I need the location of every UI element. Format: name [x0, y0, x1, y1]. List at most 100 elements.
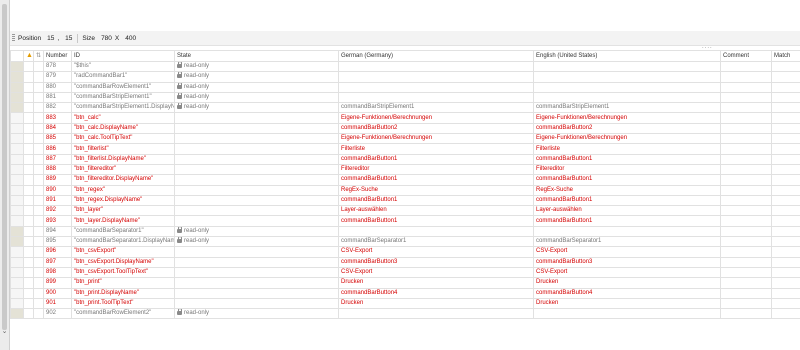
cell-match[interactable] — [771, 297, 800, 310]
cell-number[interactable]: 886 — [43, 143, 72, 155]
chevron-down-icon[interactable]: ⌄ — [0, 328, 9, 336]
cell-number[interactable]: 881 — [43, 91, 72, 104]
cell-state[interactable]: read-only — [174, 71, 339, 83]
cell-english[interactable]: Filtereditor — [533, 163, 721, 176]
cell-comment[interactable] — [720, 215, 772, 227]
cell-german[interactable] — [338, 91, 534, 104]
table-row[interactable]: 883 "btn_calc" Eigene-Funktionen/Berechnun… — [10, 112, 800, 124]
cell-number[interactable]: 895 — [43, 236, 72, 248]
cell-german[interactable]: commandBarButton1 — [338, 153, 534, 165]
cell-english[interactable] — [533, 71, 721, 83]
scrollbar-thumb[interactable] — [2, 4, 7, 330]
position-y-field[interactable]: 15 — [62, 35, 75, 42]
cell-id[interactable]: "commandBarSeparator1" — [71, 225, 175, 238]
cell-number[interactable]: 883 — [43, 112, 72, 124]
cell-state[interactable] — [174, 246, 339, 258]
cell-english[interactable]: commandBarButton1 — [533, 215, 721, 227]
cell-state[interactable]: read-only — [174, 308, 339, 320]
cell-match[interactable] — [771, 225, 800, 238]
table-row[interactable]: 902 "commandBarRowElement2" read-only — [10, 308, 800, 320]
cell-id[interactable]: "$this" — [71, 60, 175, 73]
row-indicator[interactable] — [10, 215, 24, 227]
cell-state[interactable] — [174, 256, 339, 268]
cell-number[interactable]: 893 — [43, 215, 72, 227]
cell-english[interactable]: commandBarSeparator1 — [533, 236, 721, 248]
header-sort-column[interactable]: ⇅ — [33, 50, 44, 62]
column-header-english[interactable]: English (United States) — [533, 50, 721, 62]
cell-state[interactable] — [174, 277, 339, 289]
table-row[interactable]: 893 "btn_layer.DisplayName" commandBarButt… — [10, 215, 800, 227]
row-indicator[interactable] — [10, 153, 24, 165]
cell-english[interactable]: CSV-Export — [533, 266, 721, 279]
cell-match[interactable] — [771, 60, 800, 73]
table-row[interactable]: 884 "btn_calc.DisplayName" commandBarButto… — [10, 122, 800, 135]
table-row[interactable]: 879 "radCommandBar1" read-only — [10, 71, 800, 83]
row-indicator[interactable] — [10, 163, 24, 176]
cell-match[interactable] — [771, 102, 800, 114]
cell-match[interactable] — [771, 112, 800, 124]
row-indicator[interactable] — [10, 236, 24, 248]
vertical-scrollbar[interactable]: ⌄ — [0, 0, 10, 350]
table-row[interactable]: 891 "btn_regex.DisplayName" commandBarButt… — [10, 194, 800, 207]
row-indicator[interactable] — [10, 256, 24, 268]
cell-id[interactable]: "btn_filterlist.DisplayName" — [71, 153, 175, 165]
size-width-field[interactable]: 780 — [98, 35, 115, 42]
table-row[interactable]: 892 "btn_layer" Layer-auswählen Layer-auswä… — [10, 205, 800, 217]
column-header-comment[interactable]: Comment — [720, 50, 772, 62]
cell-match[interactable] — [771, 122, 800, 135]
cell-match[interactable] — [771, 236, 800, 248]
cell-id[interactable]: "btn_layer" — [71, 205, 175, 217]
cell-english[interactable]: Eigene-Funktionen/Berechnungen — [533, 112, 721, 124]
row-indicator[interactable] — [10, 112, 24, 124]
row-indicator[interactable] — [10, 174, 24, 186]
cell-state[interactable]: read-only — [174, 91, 339, 104]
cell-id[interactable]: "btn_regex.DisplayName" — [71, 194, 175, 207]
cell-number[interactable]: 882 — [43, 102, 72, 114]
table-row[interactable]: 888 "btn_filtereditor" Filtereditor Filtere… — [10, 163, 800, 176]
cell-german[interactable] — [338, 81, 534, 93]
cell-match[interactable] — [771, 256, 800, 268]
cell-state[interactable] — [174, 287, 339, 299]
cell-english[interactable]: Layer-auswählen — [533, 205, 721, 217]
cell-english[interactable]: commandBarButton1 — [533, 174, 721, 186]
cell-german[interactable]: Filterliste — [338, 143, 534, 155]
splitter-grip-icon[interactable]: .... — [702, 44, 714, 50]
cell-match[interactable] — [771, 71, 800, 83]
cell-german[interactable]: Layer-auswählen — [338, 205, 534, 217]
cell-id[interactable]: "btn_calc.ToolTipText" — [71, 133, 175, 145]
cell-number[interactable]: 888 — [43, 163, 72, 176]
row-indicator[interactable] — [10, 91, 24, 104]
cell-number[interactable]: 898 — [43, 266, 72, 279]
cell-german[interactable]: Eigene-Funktionen/Berechnungen — [338, 112, 534, 124]
cell-id[interactable]: "btn_calc" — [71, 112, 175, 124]
row-indicator[interactable] — [10, 225, 24, 238]
column-header-german[interactable]: German (Germany) — [338, 50, 534, 62]
cell-comment[interactable] — [720, 266, 772, 279]
cell-english[interactable]: Drucken — [533, 277, 721, 289]
cell-comment[interactable] — [720, 143, 772, 155]
table-row[interactable]: 896 "btn_csvExport" CSV-Export CSV-Export — [10, 246, 800, 258]
cell-id[interactable]: "btn_csvExport.DisplayName" — [71, 256, 175, 268]
cell-number[interactable]: 889 — [43, 174, 72, 186]
cell-number[interactable]: 892 — [43, 205, 72, 217]
cell-match[interactable] — [771, 91, 800, 104]
cell-comment[interactable] — [720, 297, 772, 310]
cell-english[interactable] — [533, 60, 721, 73]
table-row[interactable]: 880 "commandBarRowElement1" read-only — [10, 81, 800, 93]
column-header-state[interactable]: State — [174, 50, 339, 62]
cell-number[interactable]: 885 — [43, 133, 72, 145]
cell-german[interactable]: CSV-Export — [338, 266, 534, 279]
cell-match[interactable] — [771, 215, 800, 227]
table-row[interactable]: 878 "$this" read-only — [10, 60, 800, 73]
cell-english[interactable]: commandBarStripElement1 — [533, 102, 721, 114]
table-row[interactable]: 890 "btn_regex" RegEx-Suche RegEx-Suche — [10, 184, 800, 196]
cell-match[interactable] — [771, 133, 800, 145]
cell-german[interactable]: Drucken — [338, 297, 534, 310]
cell-number[interactable]: 900 — [43, 287, 72, 299]
cell-comment[interactable] — [720, 122, 772, 135]
row-indicator[interactable] — [10, 277, 24, 289]
cell-id[interactable]: "btn_layer.DisplayName" — [71, 215, 175, 227]
row-indicator[interactable] — [10, 60, 24, 73]
row-indicator[interactable] — [10, 297, 24, 310]
table-row[interactable]: 898 "btn_csvExport.ToolTipText" CSV-Export… — [10, 266, 800, 279]
